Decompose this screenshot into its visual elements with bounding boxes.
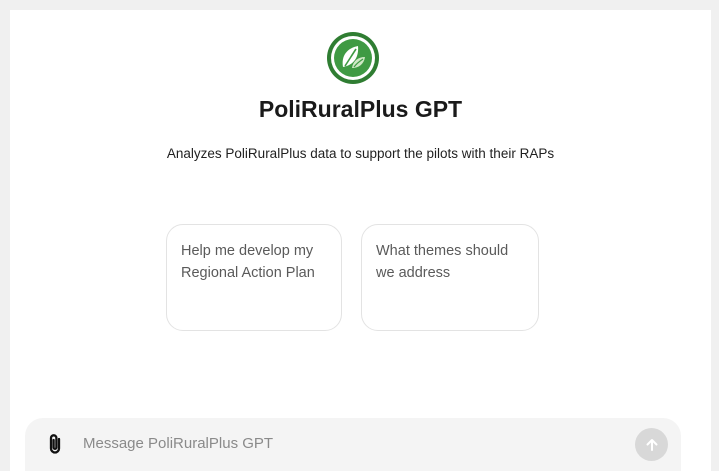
send-button[interactable] xyxy=(635,428,668,461)
suggestion-card[interactable]: Help me develop my Regional Action Plan xyxy=(166,224,342,331)
suggestion-card[interactable]: What themes should we address xyxy=(361,224,539,331)
leaf-logo-icon xyxy=(327,32,379,84)
chat-panel: PoliRuralPlus GPT Analyzes PoliRuralPlus… xyxy=(10,10,711,471)
message-composer[interactable]: Message PoliRuralPlus GPT xyxy=(25,418,681,471)
paperclip-icon xyxy=(49,434,61,454)
message-input[interactable]: Message PoliRuralPlus GPT xyxy=(83,435,273,452)
gpt-description: Analyzes PoliRuralPlus data to support t… xyxy=(166,146,555,161)
arrow-up-icon xyxy=(646,438,657,451)
attach-button[interactable] xyxy=(45,432,65,456)
gpt-logo xyxy=(325,30,381,86)
gpt-title: PoliRuralPlus GPT xyxy=(258,96,463,122)
